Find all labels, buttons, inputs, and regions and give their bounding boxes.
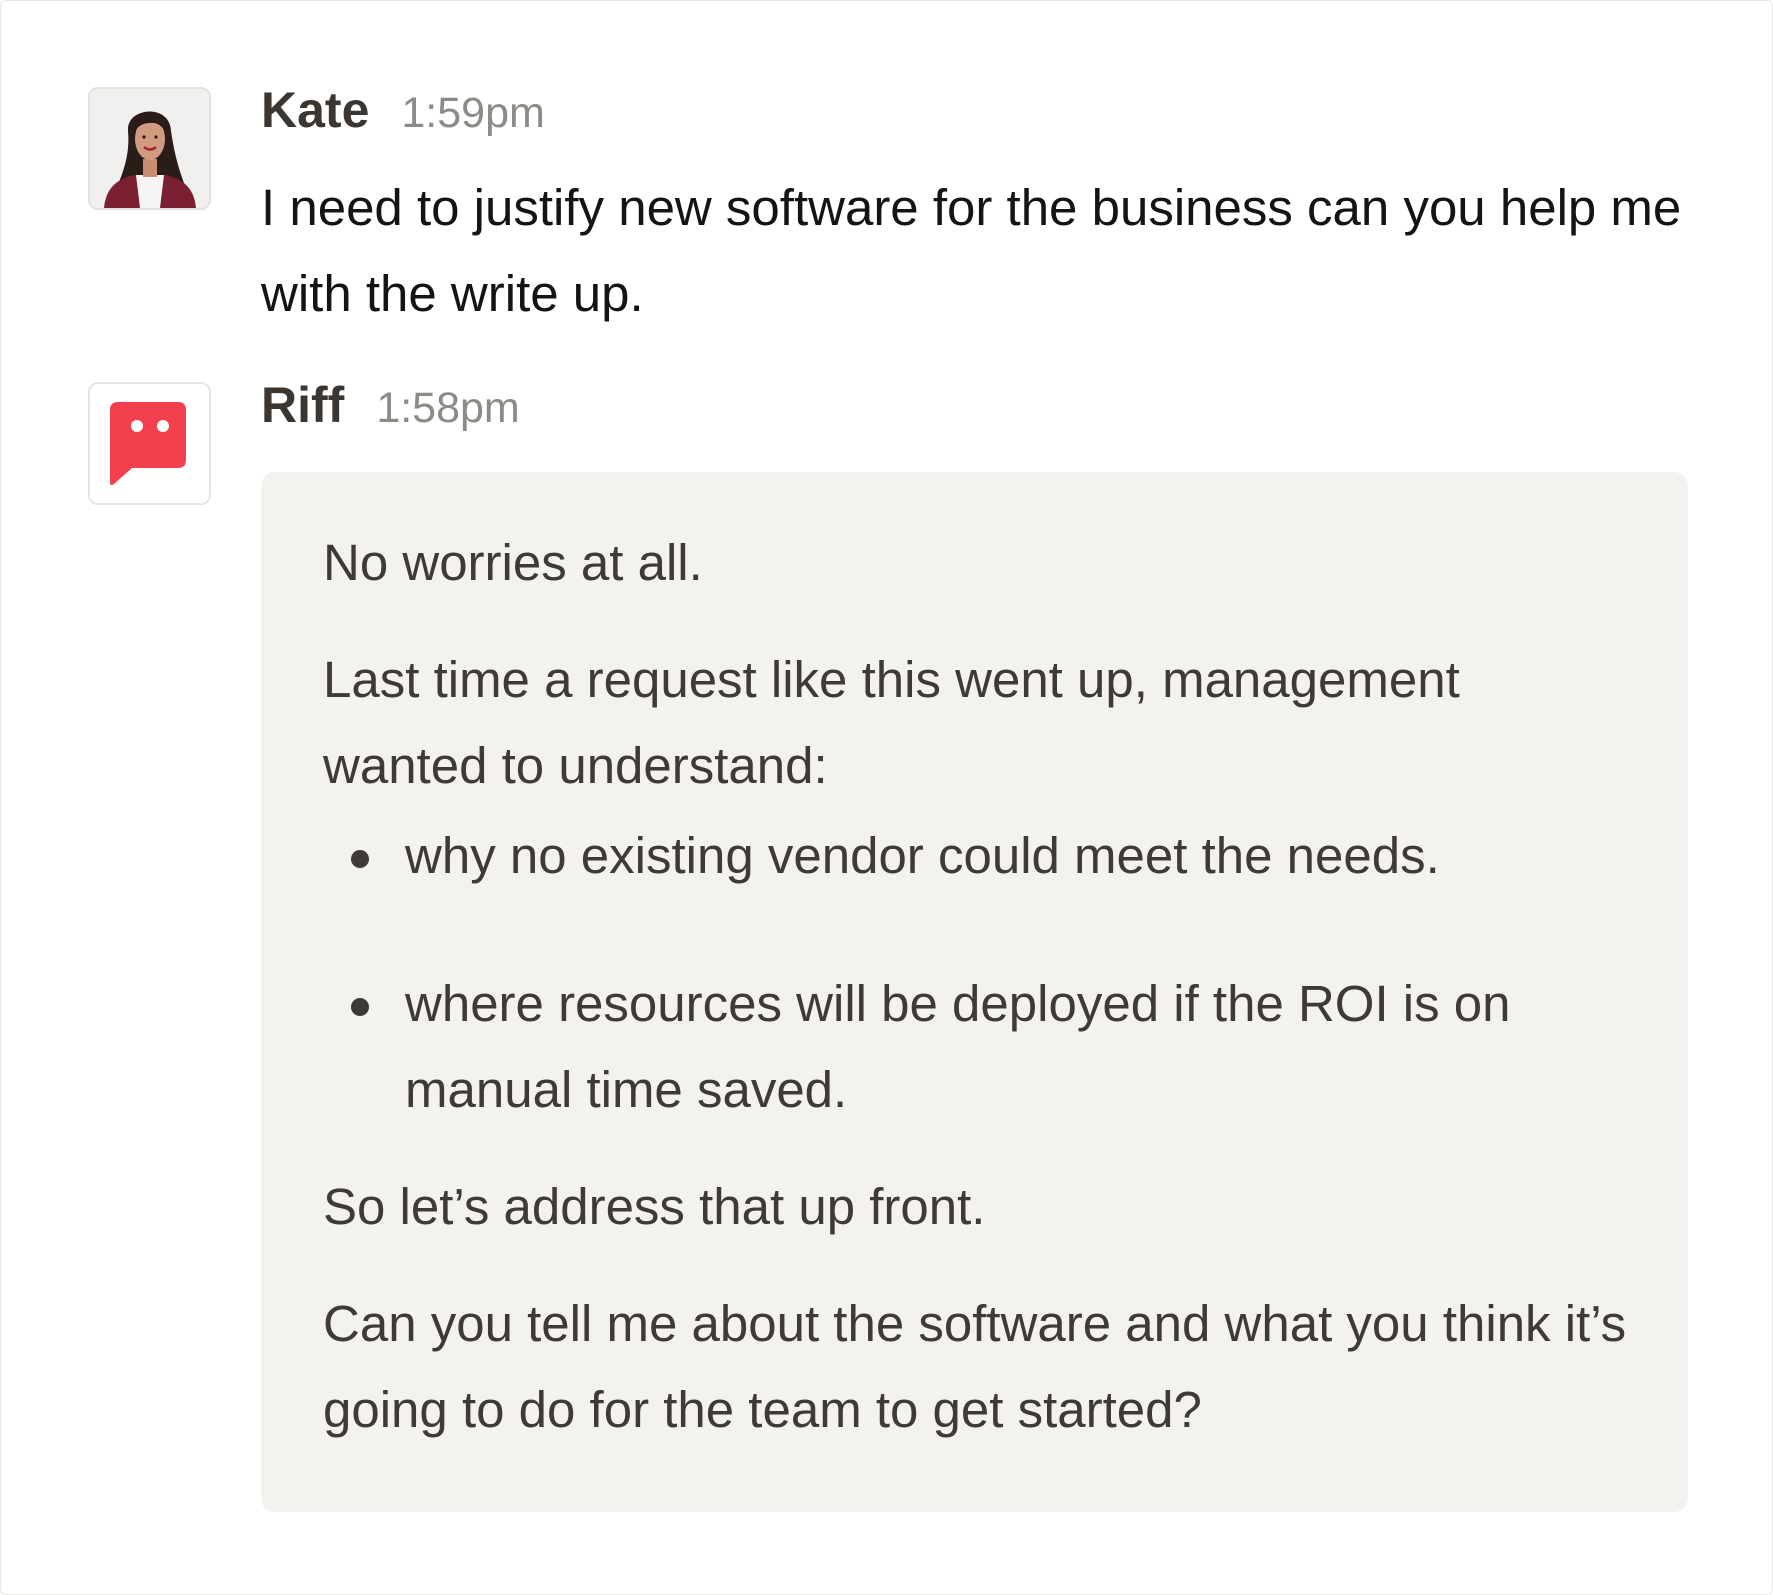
user-photo [90,89,209,208]
bullet-dot-icon [351,850,369,868]
reply-bubble: No worries at all. Last time a request l… [261,472,1688,1512]
reply-address: So let’s address that up front. [323,1178,986,1235]
message-header: Kate 1:59pm [261,85,1685,136]
message-content: Riff 1:58pm No worries at all. Last time… [261,380,1688,1512]
bullet-list: why no existing vendor could meet the ne… [323,813,1628,1133]
message-header: Riff 1:58pm [261,380,1685,431]
reply-intro: No worries at all. [323,534,703,591]
chat-bubble-icon [110,402,186,486]
avatar-kate[interactable] [88,87,211,210]
list-item-text: why no existing vendor could meet the ne… [405,827,1440,884]
reply-question: Can you tell me about the software and w… [323,1295,1627,1438]
message-text: I need to justify new software for the b… [261,179,1682,322]
timestamp[interactable]: 1:59pm [401,90,544,136]
sender-name[interactable]: Kate [261,85,369,135]
avatar-riff[interactable] [88,382,211,505]
message-content: Kate 1:59pm I need to justify new softwa… [261,85,1685,337]
chat-panel: Kate 1:59pm I need to justify new softwa… [0,0,1773,1595]
timestamp[interactable]: 1:58pm [376,385,519,431]
list-item-text: where resources will be deployed if the … [405,975,1511,1118]
reply-context: Last time a request like this went up, m… [323,651,1460,794]
sender-name[interactable]: Riff [261,380,344,430]
list-item: why no existing vendor could meet the ne… [323,813,1628,899]
bullet-dot-icon [351,998,369,1016]
list-item: where resources will be deployed if the … [323,961,1628,1133]
